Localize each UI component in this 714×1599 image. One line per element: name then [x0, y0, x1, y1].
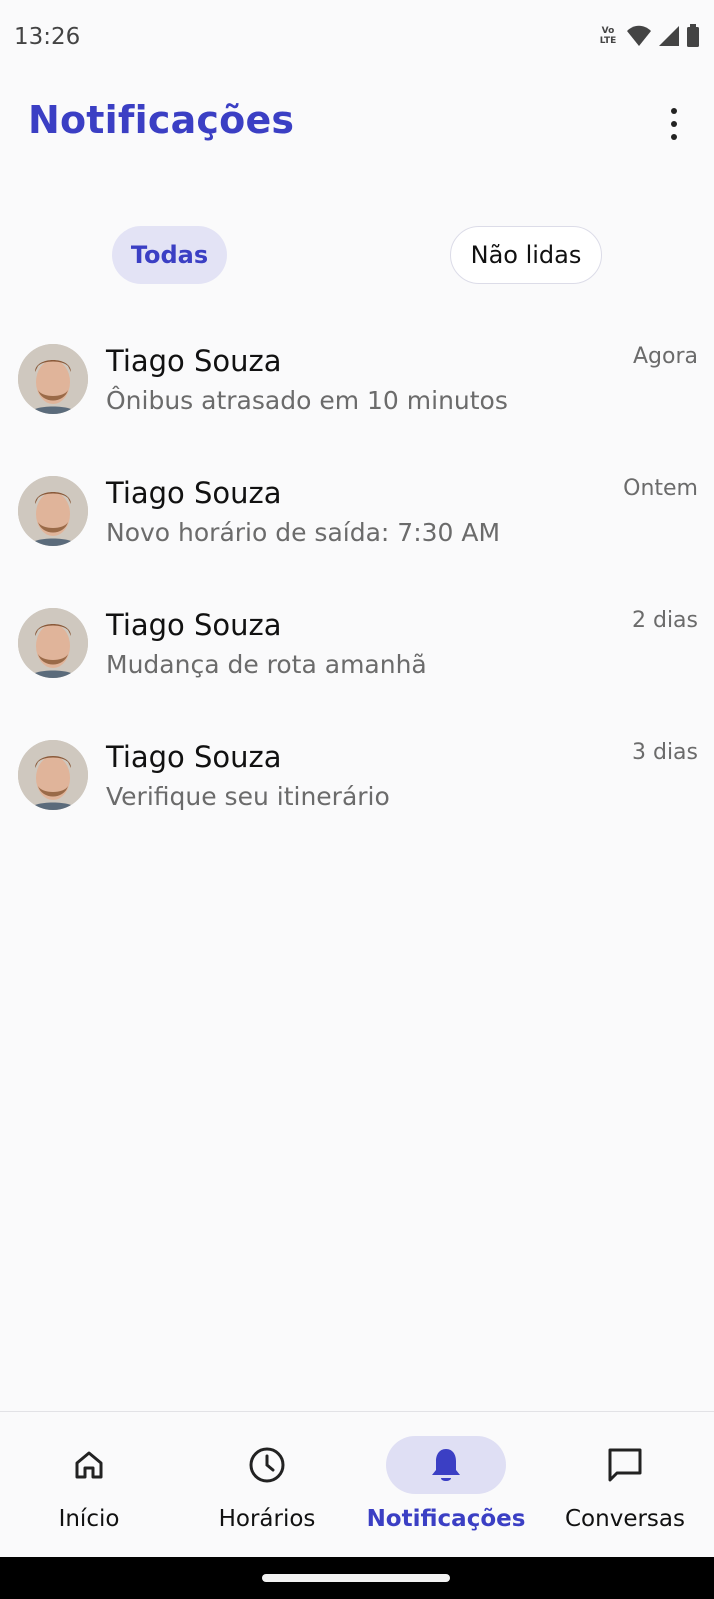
notification-time: Agora: [632, 344, 698, 369]
battery-icon: [687, 24, 699, 47]
notification-list: Tiago Souza Ônibus atrasado em 10 minuto…: [0, 334, 714, 862]
avatar-photo: [18, 608, 88, 678]
avatar: [18, 476, 88, 546]
notification-item[interactable]: Tiago Souza Novo horário de saída: 7:30 …: [0, 466, 714, 598]
volte-icon: Vo LTE: [596, 26, 620, 46]
nav-label: Horários: [218, 1506, 316, 1532]
chat-icon: [608, 1448, 642, 1482]
nav-label: Notificações: [366, 1506, 526, 1532]
notification-sender: Tiago Souza: [106, 344, 282, 378]
nav-label: Início: [58, 1506, 120, 1532]
avatar: [18, 608, 88, 678]
home-icon: [75, 1451, 103, 1479]
nav-item-notificacoes[interactable]: Notificações: [357, 1412, 535, 1558]
home-indicator[interactable]: [262, 1574, 450, 1582]
nav-item-inicio[interactable]: Início: [0, 1412, 178, 1558]
bottom-nav: Início Horários Notificações Conversas: [0, 1411, 714, 1557]
notification-message: Ônibus atrasado em 10 minutos: [106, 386, 508, 415]
notification-item[interactable]: Tiago Souza Verifique seu itinerário 3 d…: [0, 730, 714, 862]
status-time: 13:26: [14, 24, 81, 50]
more-vert-icon: [671, 108, 677, 114]
clock-icon: [249, 1447, 285, 1483]
notification-message: Verifique seu itinerário: [106, 782, 390, 811]
nav-label: Conversas: [565, 1506, 685, 1532]
app-header: Notificações: [0, 90, 714, 150]
notification-sender: Tiago Souza: [106, 740, 282, 774]
notification-message: Mudança de rota amanhã: [106, 650, 427, 679]
avatar: [18, 344, 88, 414]
notification-message: Novo horário de saída: 7:30 AM: [106, 518, 501, 547]
gesture-bar: [0, 1557, 714, 1599]
filter-chip-all[interactable]: Todas: [112, 226, 227, 284]
nav-item-horarios[interactable]: Horários: [178, 1412, 356, 1558]
notification-sender: Tiago Souza: [106, 476, 282, 510]
nav-item-conversas[interactable]: Conversas: [536, 1412, 714, 1558]
notification-time: 3 dias: [631, 740, 698, 765]
volte-label-bottom: LTE: [599, 36, 617, 46]
notification-time: 2 dias: [631, 608, 698, 633]
filter-chips: Todas Não lidas: [0, 226, 714, 284]
status-icons: Vo LTE: [596, 24, 700, 48]
page-title: Notificações: [28, 98, 295, 142]
filter-chip-unread[interactable]: Não lidas: [450, 226, 602, 284]
avatar: [18, 740, 88, 810]
notification-item[interactable]: Tiago Souza Ônibus atrasado em 10 minuto…: [0, 334, 714, 466]
avatar-photo: [18, 344, 88, 414]
signal-icon: [659, 26, 679, 46]
volte-label-top: Vo: [601, 26, 615, 36]
status-bar: 13:26 Vo LTE: [0, 0, 714, 78]
notification-item[interactable]: Tiago Souza Mudança de rota amanhã 2 dia…: [0, 598, 714, 730]
notification-sender: Tiago Souza: [106, 608, 282, 642]
more-options-button[interactable]: [662, 108, 686, 140]
notification-time: Ontem: [623, 476, 698, 501]
bell-icon: [432, 1449, 460, 1481]
wifi-icon: [627, 25, 651, 46]
avatar-photo: [18, 740, 88, 810]
avatar-photo: [18, 476, 88, 546]
